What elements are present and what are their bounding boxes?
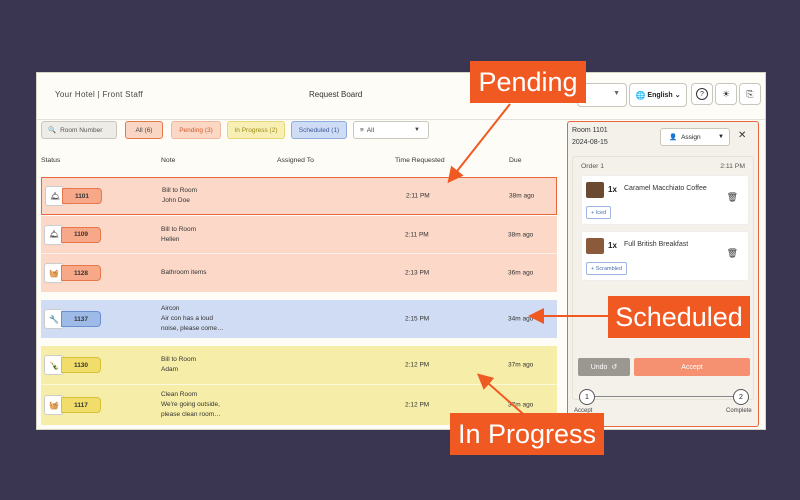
callout-scheduled: Scheduled (608, 296, 750, 338)
callout-arrows (447, 103, 608, 421)
callout-in-progress: In Progress (450, 413, 604, 455)
callout-pending: Pending (470, 61, 586, 103)
pending-arrow (447, 103, 511, 184)
